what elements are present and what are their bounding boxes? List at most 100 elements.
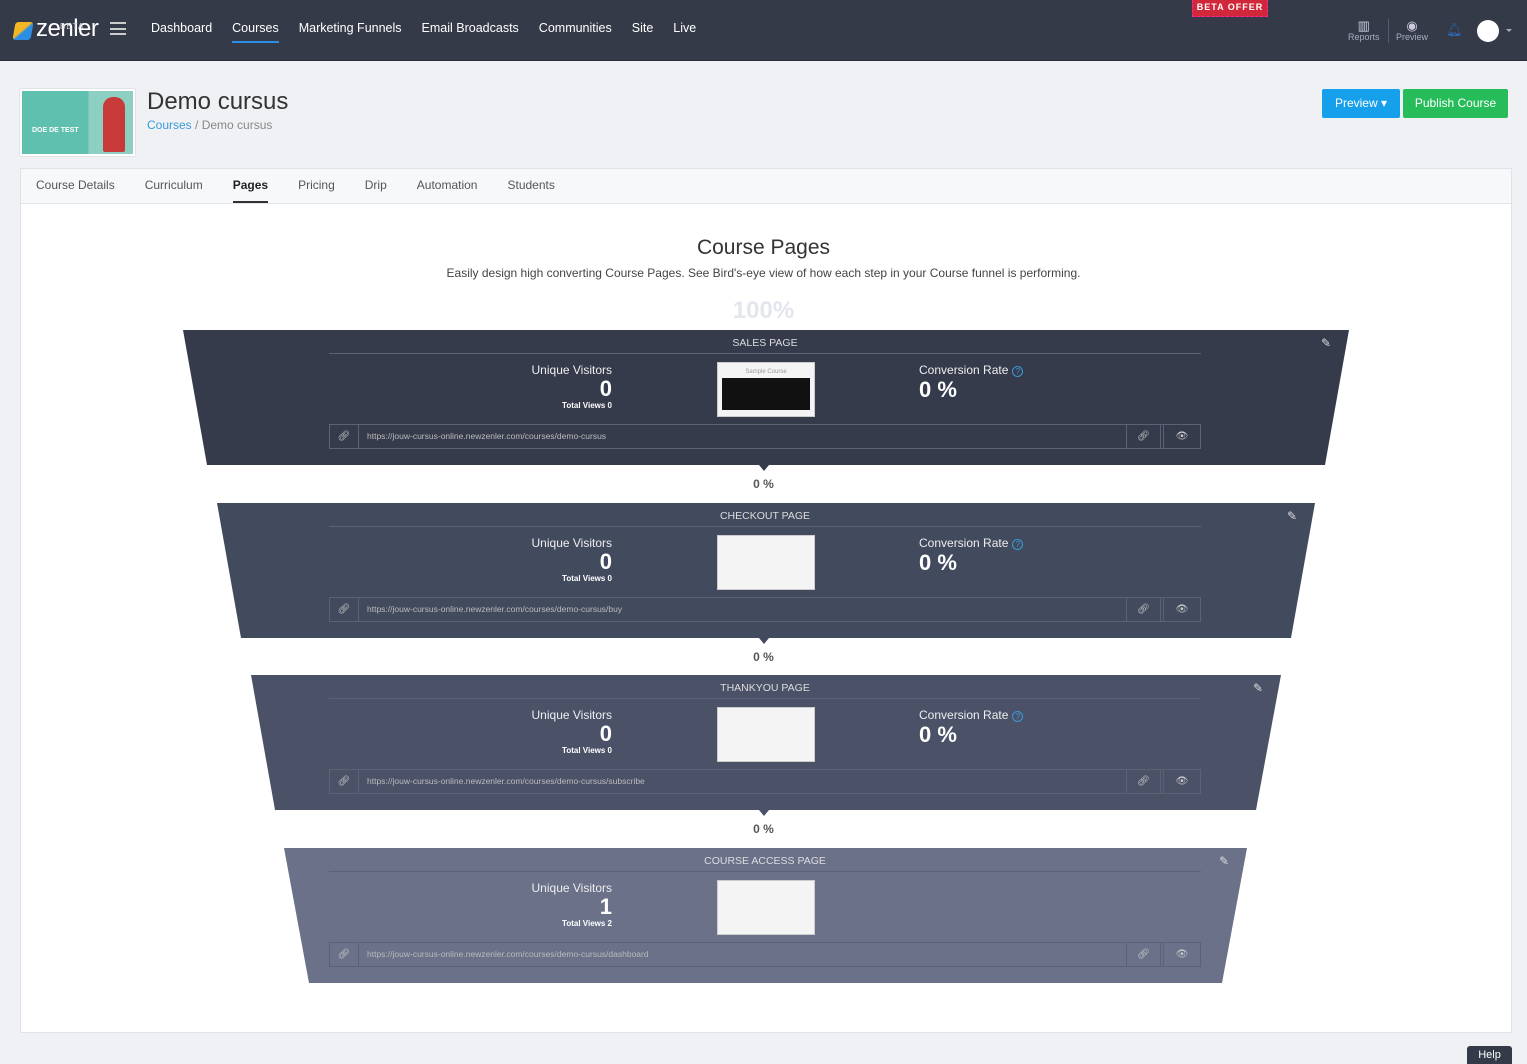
logo-mark-icon [12, 22, 34, 40]
link-icon: 🔗︎ [330, 770, 359, 793]
page-url[interactable]: https://jouw-cursus-online.newzenler.com… [359, 770, 1127, 793]
breadcrumb: Courses / Demo cursus [147, 118, 273, 132]
view-page-button[interactable]: 👁︎ [1163, 598, 1200, 621]
funnel-stage: CHECKOUT PAGE ✎ Unique Visitors 0 Total Vi… [0, 503, 1527, 638]
view-page-button[interactable]: 👁︎ [1163, 770, 1200, 793]
conversion-rate-value: 0 % [919, 377, 957, 402]
page-screenshot[interactable]: Sample Course [717, 362, 815, 417]
nav-courses[interactable]: Courses [232, 21, 279, 43]
top-percent: 100% [732, 297, 795, 324]
chevron-down-icon[interactable] [1506, 29, 1512, 35]
copy-link-button[interactable]: 🔗︎ [1127, 425, 1161, 448]
stage-title: COURSE ACCESS PAGE [329, 855, 1201, 872]
stage-conversion-percent: 0 % [753, 477, 774, 491]
nav-email-broadcasts[interactable]: Email Broadcasts [422, 21, 519, 43]
tab-curriculum[interactable]: Curriculum [145, 169, 203, 203]
conversion-rate-value: 0 % [919, 550, 957, 575]
nav-marketing-funnels[interactable]: Marketing Funnels [299, 21, 402, 43]
tab-drip[interactable]: Drip [365, 169, 387, 203]
preview-site-button[interactable]: ◉ Preview [1396, 19, 1428, 42]
logo-beta-badge: BETA [60, 22, 85, 31]
edit-icon[interactable]: ✎ [1287, 509, 1297, 523]
tab-students[interactable]: Students [507, 169, 554, 203]
funnel-stage: COURSE ACCESS PAGE ✎ Unique Visitors 1 Tot… [0, 848, 1527, 983]
nav-communities[interactable]: Communities [539, 21, 612, 43]
edit-icon[interactable]: ✎ [1321, 336, 1331, 350]
avatar[interactable] [1477, 20, 1499, 42]
tab-course-details[interactable]: Course Details [36, 169, 115, 203]
nav-dashboard[interactable]: Dashboard [151, 21, 212, 43]
view-page-button[interactable]: 👁︎ [1163, 425, 1200, 448]
section-title: Course Pages [696, 236, 831, 259]
page-url[interactable]: https://jouw-cursus-online.newzenler.com… [359, 598, 1127, 621]
zenler-logo[interactable]: zenler [12, 17, 99, 41]
preview-label: Preview [1396, 32, 1429, 42]
page-screenshot[interactable] [717, 707, 815, 762]
unique-visitors-label: Unique Visitors [531, 536, 612, 550]
stage-conversion-percent: 0 % [753, 650, 774, 664]
help-circle-icon[interactable]: ? [1012, 711, 1024, 722]
beta-offer-badge[interactable]: BETA OFFER [1192, 0, 1268, 17]
page-screenshot[interactable] [717, 880, 815, 935]
breadcrumb-current: Demo cursus [201, 118, 273, 132]
unique-visitors-label: Unique Visitors [531, 363, 612, 377]
connector-arrow [758, 465, 769, 476]
reports-label: Reports [1348, 32, 1380, 42]
page-url-field: 🔗︎ https://jouw-cursus-online.newzenler.c… [329, 769, 1201, 794]
view-page-button[interactable]: 👁︎ [1163, 943, 1200, 966]
tab-automation[interactable]: Automation [417, 169, 478, 203]
conversion-rate-label: Conversion Rate [919, 363, 1009, 377]
publish-course-button[interactable]: Publish Course [1403, 89, 1508, 118]
link-icon: 🔗︎ [330, 598, 359, 621]
unique-visitors-label: Unique Visitors [531, 708, 612, 722]
main-nav: Dashboard Courses Marketing Funnels Emai… [151, 21, 696, 43]
total-views: Total Views 0 [562, 574, 612, 583]
eye-icon: ◉ [1406, 18, 1418, 33]
edit-icon[interactable]: ✎ [1219, 854, 1229, 868]
help-circle-icon[interactable]: ? [1012, 366, 1024, 377]
stage-connector: 0 % [0, 465, 1527, 491]
preview-dropdown-button[interactable]: Preview ▾ [1322, 89, 1400, 118]
course-thumbnail: DOE DE TEST [20, 89, 135, 156]
copy-link-button[interactable]: 🔗︎ [1127, 770, 1161, 793]
help-button[interactable]: Help [1467, 1046, 1512, 1064]
unique-visitors-value: 0 [599, 376, 612, 401]
edit-icon[interactable]: ✎ [1253, 681, 1263, 695]
total-views: Total Views 0 [562, 746, 612, 755]
page-url-field: 🔗︎ https://jouw-cursus-online.newzenler.c… [329, 942, 1201, 967]
nav-site[interactable]: Site [632, 21, 654, 43]
help-circle-icon[interactable]: ? [1012, 539, 1024, 550]
page-url[interactable]: https://jouw-cursus-online.newzenler.com… [359, 425, 1127, 448]
nav-live[interactable]: Live [673, 21, 696, 43]
reports-button[interactable]: ▥ Reports [1348, 19, 1380, 42]
unique-visitors: Unique Visitors 1 Total Views 2 [532, 881, 612, 928]
tab-pricing[interactable]: Pricing [298, 169, 335, 203]
connector-arrow [758, 810, 769, 821]
unique-visitors: Unique Visitors 0 Total Views 0 [532, 536, 612, 583]
total-views: Total Views 0 [562, 401, 612, 410]
top-navbar: zenler BETA Dashboard Courses Marketing … [0, 0, 1527, 61]
conversion-rate-value: 0 % [919, 722, 957, 747]
unique-visitors: Unique Visitors 0 Total Views 0 [532, 708, 612, 755]
page-screenshot[interactable] [717, 535, 815, 590]
section-subtitle: Easily design high converting Course Pag… [446, 266, 1081, 280]
conversion-rate: Conversion Rate? 0 % [919, 708, 1024, 748]
stage-title: SALES PAGE [329, 337, 1201, 354]
divider [1388, 19, 1389, 43]
hamburger-menu-icon[interactable] [110, 22, 126, 35]
thumbnail-person [103, 97, 125, 152]
funnel-stage: SALES PAGE ✎ Unique Visitors 0 Total Views… [0, 330, 1527, 465]
unique-visitors-value: 0 [599, 721, 612, 746]
preview-button-label: Preview [1334, 96, 1378, 110]
copy-link-button[interactable]: 🔗︎ [1127, 943, 1161, 966]
unique-visitors-value: 1 [599, 894, 612, 919]
bar-chart-icon: ▥ [1357, 18, 1370, 33]
breadcrumb-courses[interactable]: Courses [147, 118, 192, 132]
page-url[interactable]: https://jouw-cursus-online.newzenler.com… [359, 943, 1127, 966]
link-icon: 🔗︎ [330, 425, 359, 448]
bell-icon[interactable]: 🔔︎ [1446, 22, 1463, 38]
thumbnail-text: DOE DE TEST [32, 127, 79, 134]
tab-pages[interactable]: Pages [232, 169, 269, 203]
conversion-rate: Conversion Rate? 0 % [919, 363, 1024, 403]
copy-link-button[interactable]: 🔗︎ [1127, 598, 1161, 621]
